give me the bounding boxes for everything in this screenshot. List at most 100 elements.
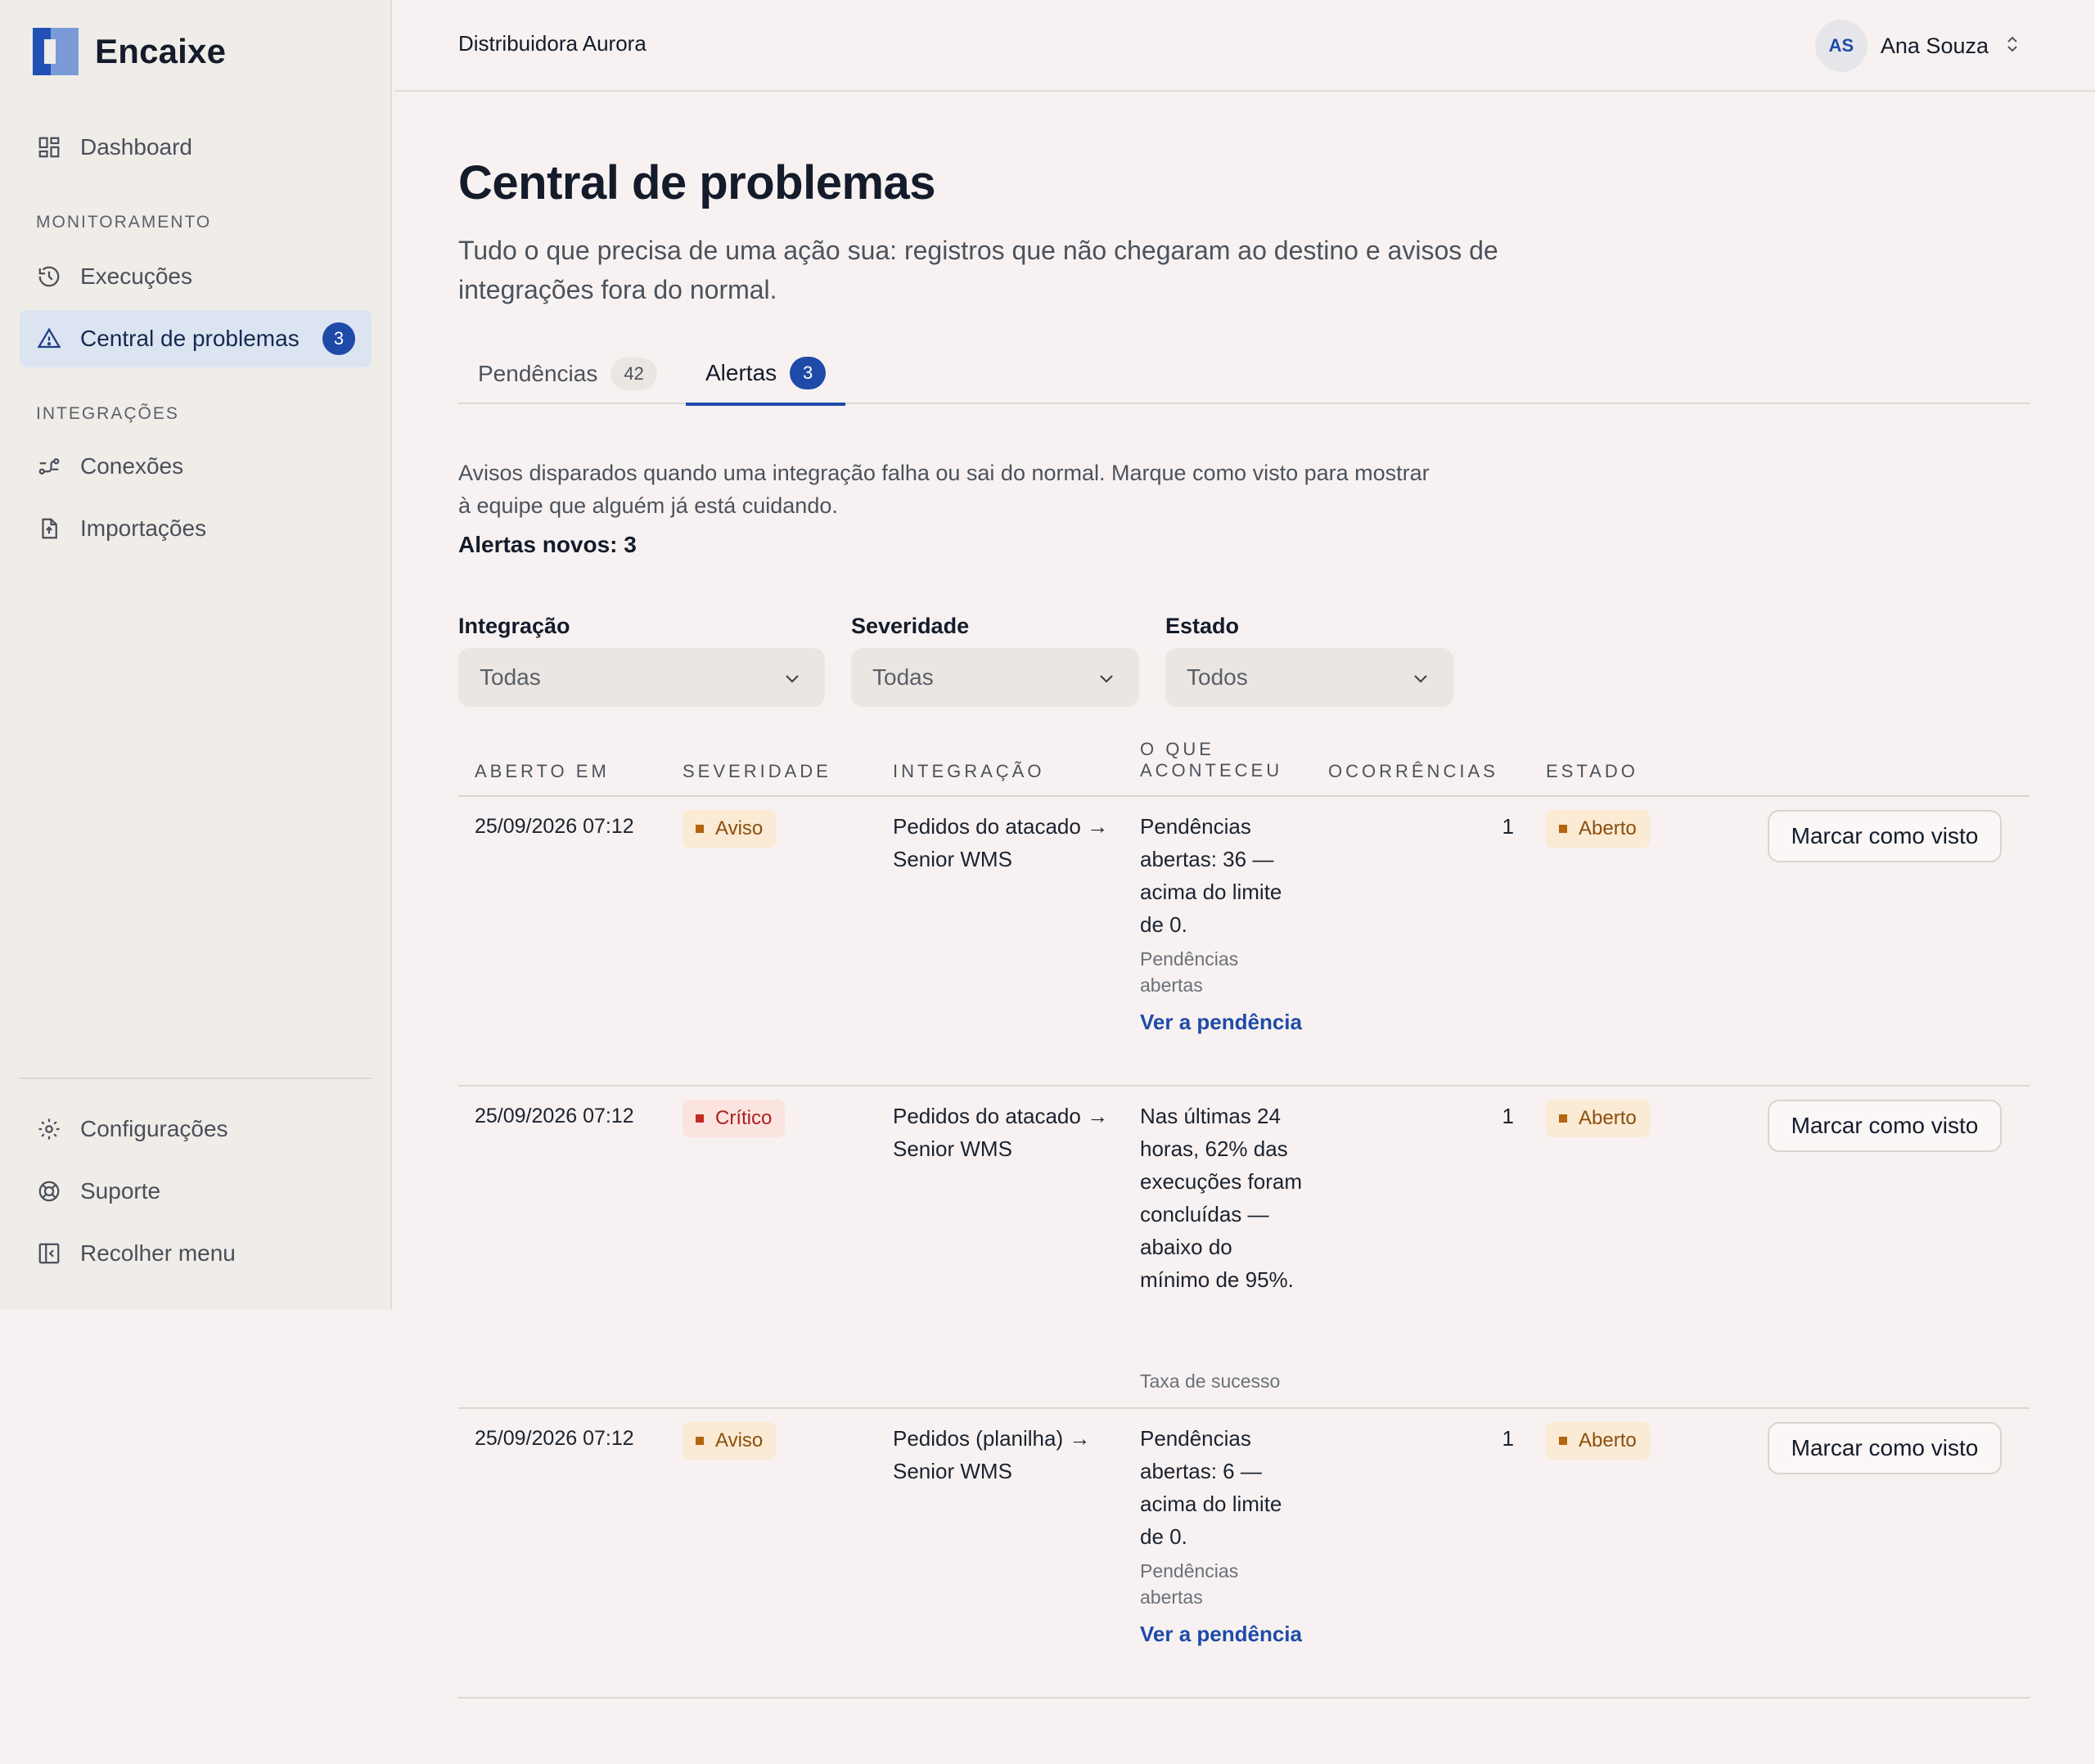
what-happened: Pendências abertas: 36 — acima do limite… bbox=[1140, 814, 1282, 937]
sidebar-item-label: Suporte bbox=[80, 1178, 161, 1204]
sidebar-item-label: Conexões bbox=[80, 453, 184, 479]
sidebar-divider bbox=[20, 1078, 372, 1079]
organization-name: Distribuidora Aurora bbox=[458, 31, 647, 56]
opened-at: 25/09/2026 07:12 bbox=[475, 815, 634, 838]
sidebar-item-label: Importações bbox=[80, 515, 207, 541]
mark-as-seen-button[interactable]: Marcar como visto bbox=[1768, 810, 2002, 862]
metric-label: Pendências abertas bbox=[1140, 948, 1239, 996]
view-pending-link[interactable]: Ver a pendência bbox=[1140, 1006, 1304, 1038]
topbar: Distribuidora Aurora AS Ana Souza bbox=[394, 0, 2095, 92]
sidebar-item-label: Dashboard bbox=[80, 134, 192, 160]
warning-icon bbox=[36, 326, 62, 352]
sidebar-item-settings[interactable]: Configurações bbox=[20, 1100, 372, 1158]
tab-count: 42 bbox=[610, 358, 657, 390]
sidebar-item-dashboard[interactable]: Dashboard bbox=[20, 119, 372, 176]
alerts-intro: Avisos disparados quando uma integração … bbox=[458, 461, 1430, 518]
select-value: Todos bbox=[1187, 664, 1248, 690]
row-divider bbox=[458, 1407, 2030, 1409]
history-icon bbox=[36, 263, 62, 290]
integration-select[interactable]: Todas bbox=[458, 648, 825, 707]
column-header-opened: ABERTO EM bbox=[475, 761, 610, 781]
tab-count: 3 bbox=[790, 357, 827, 389]
sidebar-item-support[interactable]: Suporte bbox=[20, 1163, 372, 1220]
gear-icon bbox=[36, 1116, 62, 1142]
chevron-down-icon bbox=[1411, 668, 1430, 694]
lifebuoy-icon bbox=[36, 1178, 62, 1204]
tab-alertas[interactable]: Alertas 3 bbox=[686, 344, 846, 406]
column-header-severity: SEVERIDADE bbox=[683, 761, 831, 781]
sidebar-item-label: Central de problemas bbox=[80, 326, 300, 351]
integration-name: Pedidos do atacado → Senior WMS bbox=[893, 814, 1109, 871]
brand-name: Encaixe bbox=[95, 32, 227, 70]
mark-as-seen-button[interactable]: Marcar como visto bbox=[1768, 1422, 2002, 1474]
integration-name: Pedidos do atacado → Senior WMS bbox=[893, 1104, 1109, 1161]
filter-label-severity: Severidade bbox=[851, 614, 970, 638]
column-header-integration: INTEGRAÇÃO bbox=[893, 761, 1045, 781]
encaixe-logo bbox=[33, 28, 79, 75]
what-happened: Pendências abertas: 6 — acima do limite … bbox=[1140, 1426, 1282, 1549]
dashboard-icon bbox=[36, 134, 62, 160]
row-divider bbox=[458, 1085, 2030, 1087]
sidebar-item-label: Execuções bbox=[80, 263, 192, 289]
view-pending-link[interactable]: Ver a pendência bbox=[1140, 1618, 1304, 1650]
severity-label: Aviso bbox=[715, 817, 764, 839]
tab-label: Pendências bbox=[478, 361, 598, 386]
brand[interactable]: Encaixe bbox=[33, 28, 226, 75]
sidebar: Encaixe Dashboard MONITORAMENTO Execuçõe… bbox=[0, 0, 392, 1309]
status-badge: Aberto bbox=[1546, 1100, 1650, 1137]
problem-count-badge: 3 bbox=[322, 322, 355, 355]
severity-badge: Aviso bbox=[683, 1422, 777, 1460]
connections-icon bbox=[36, 453, 62, 479]
severity-select[interactable]: Todas bbox=[851, 648, 1139, 707]
sidebar-item-problem-center[interactable]: Central de problemas 3 bbox=[20, 310, 372, 367]
severity-badge: Aviso bbox=[683, 810, 777, 848]
filter-label-state: Estado bbox=[1165, 614, 1240, 638]
page-subtitle: Tudo o que precisa de uma ação sua: regi… bbox=[458, 236, 1498, 304]
nav-section-monitoring: MONITORAMENTO bbox=[36, 213, 212, 232]
column-header-what: O QUE ACONTECEU bbox=[1140, 739, 1283, 781]
opened-at: 25/09/2026 07:12 bbox=[475, 1427, 634, 1450]
status-badge: Aberto bbox=[1546, 1422, 1650, 1460]
what-happened: Nas últimas 24 horas, 62% das execuções … bbox=[1140, 1104, 1302, 1292]
tab-label: Alertas bbox=[705, 360, 777, 385]
user-name: Ana Souza bbox=[1880, 33, 1989, 58]
file-import-icon bbox=[36, 515, 62, 542]
chevron-updown-icon bbox=[2003, 34, 2021, 59]
opened-at: 25/09/2026 07:12 bbox=[475, 1105, 634, 1127]
tab-pendencias[interactable]: Pendências 42 bbox=[458, 344, 677, 404]
collapse-sidebar-icon bbox=[36, 1240, 62, 1267]
severity-label: Aviso bbox=[715, 1429, 764, 1451]
chevron-down-icon bbox=[782, 668, 802, 694]
occurrences: 1 bbox=[1502, 814, 1514, 839]
row-divider bbox=[458, 1697, 2030, 1699]
avatar: AS bbox=[1814, 20, 1867, 72]
sidebar-item-label: Recolher menu bbox=[80, 1240, 236, 1266]
select-value: Todas bbox=[480, 664, 541, 690]
page-title: Central de problemas bbox=[458, 156, 936, 209]
occurrences: 1 bbox=[1502, 1426, 1514, 1451]
table-header-divider bbox=[458, 795, 2030, 797]
chevron-down-icon bbox=[1097, 668, 1116, 694]
user-menu[interactable]: AS Ana Souza bbox=[1814, 20, 2021, 72]
select-value: Todas bbox=[872, 664, 934, 690]
state-select[interactable]: Todos bbox=[1165, 648, 1453, 707]
severity-label: Crítico bbox=[715, 1107, 773, 1129]
status-badge: Aberto bbox=[1546, 810, 1650, 848]
column-header-state: ESTADO bbox=[1546, 761, 1638, 781]
status-label: Aberto bbox=[1579, 1429, 1637, 1451]
occurrences: 1 bbox=[1502, 1104, 1514, 1128]
integration-name: Pedidos (planilha) → Senior WMS bbox=[893, 1426, 1091, 1483]
column-header-occurrences: OCORRÊNCIAS bbox=[1328, 761, 1498, 781]
mark-as-seen-button[interactable]: Marcar como visto bbox=[1768, 1100, 2002, 1152]
collapse-menu-button[interactable]: Recolher menu bbox=[20, 1225, 372, 1282]
tab-bar: Pendências 42 Alertas 3 bbox=[458, 344, 2030, 406]
sidebar-item-executions[interactable]: Execuções bbox=[20, 248, 372, 305]
sidebar-item-connections[interactable]: Conexões bbox=[20, 438, 372, 495]
status-label: Aberto bbox=[1579, 1107, 1637, 1129]
severity-badge: Crítico bbox=[683, 1100, 786, 1137]
sidebar-item-imports[interactable]: Importações bbox=[20, 500, 372, 557]
filter-label-integration: Integração bbox=[458, 614, 570, 638]
sidebar-item-label: Configurações bbox=[80, 1116, 228, 1141]
metric-label: Pendências abertas bbox=[1140, 1560, 1239, 1608]
status-label: Aberto bbox=[1579, 817, 1637, 839]
